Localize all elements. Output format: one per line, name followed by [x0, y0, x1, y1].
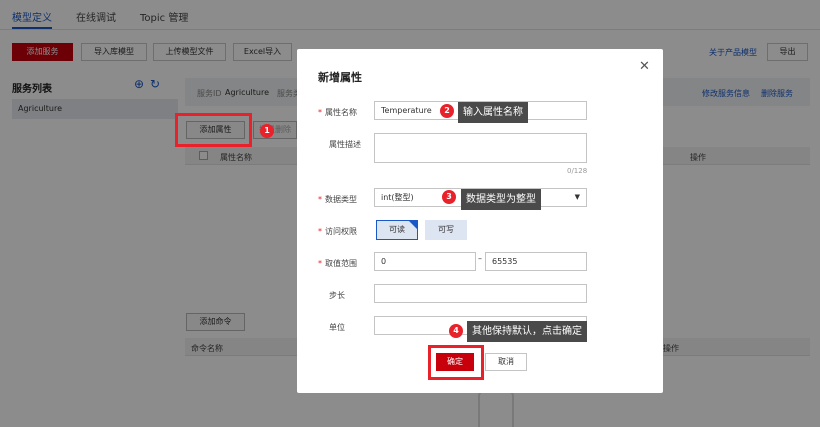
data-type-label-text: 数据类型: [325, 195, 357, 204]
access-write-option[interactable]: 可写: [425, 220, 467, 240]
description-char-count: 0/128: [567, 167, 588, 175]
access-permission-label-text: 访问权限: [325, 227, 357, 236]
step-badge-3: 3: [442, 190, 456, 204]
dialog-title: 新增属性: [318, 71, 362, 84]
step-badge-1: 1: [260, 124, 274, 138]
highlight-add-property: [175, 113, 252, 147]
close-icon[interactable]: ✕: [639, 59, 650, 74]
property-name-label: * 属性名称: [318, 107, 357, 118]
highlight-confirm-button: [428, 345, 484, 380]
access-permission-label: * 访问权限: [318, 226, 357, 237]
required-mark: *: [318, 108, 322, 117]
value-range-label: * 取值范围: [318, 258, 357, 269]
access-read-option[interactable]: 可读: [376, 220, 418, 240]
unit-label: 单位: [329, 323, 345, 332]
data-type-label: * 数据类型: [318, 194, 357, 205]
required-mark: *: [318, 227, 322, 236]
data-type-value: int(整型): [381, 193, 414, 202]
step-2-tooltip: 输入属性名称: [458, 102, 528, 123]
required-mark: *: [318, 259, 322, 268]
value-range-label-text: 取值范围: [325, 259, 357, 268]
access-read-label: 可读: [389, 225, 405, 234]
step-badge-4: 4: [449, 324, 463, 338]
property-description-label: 属性描述: [329, 140, 361, 149]
step-input[interactable]: [374, 284, 587, 303]
step-label: 步长: [329, 291, 345, 300]
cancel-button[interactable]: 取消: [485, 353, 527, 371]
range-min-input[interactable]: 0: [374, 252, 476, 271]
range-max-input[interactable]: 65535: [485, 252, 587, 271]
property-description-textarea[interactable]: [374, 133, 587, 163]
selected-corner-mark: [409, 221, 417, 229]
property-name-label-text: 属性名称: [325, 108, 357, 117]
required-mark: *: [318, 195, 322, 204]
range-separator: –: [478, 254, 482, 263]
access-write-label: 可写: [438, 225, 454, 234]
step-4-tooltip: 其他保持默认，点击确定: [467, 321, 587, 342]
step-badge-2: 2: [440, 104, 454, 118]
chevron-down-icon: ▼: [574, 193, 580, 201]
step-3-tooltip: 数据类型为整型: [461, 189, 541, 210]
